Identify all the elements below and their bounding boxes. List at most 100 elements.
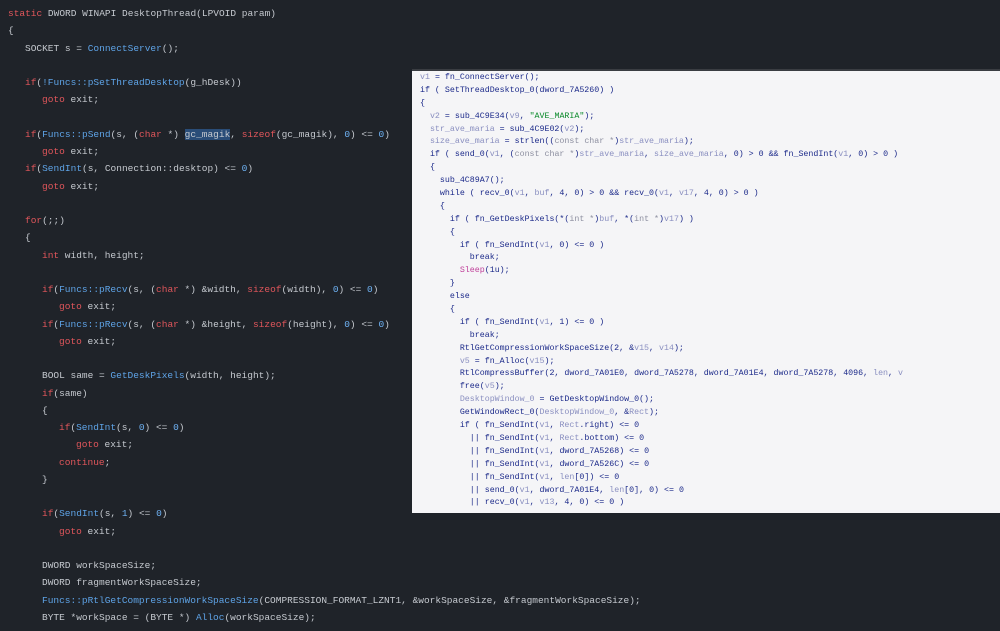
code-token: [0], 0) <= 0 [624,485,684,495]
code-token: (height), [287,318,345,330]
code-token: v1 [519,485,530,495]
code-token: SOCKET s = [25,42,88,54]
decompiled-code: v1 = fn_ConnectServer();if ( SetThreadDe… [420,72,903,510]
code-token: exit; [81,301,117,313]
code-token: { [42,404,48,416]
code-token: goto [76,439,99,451]
code-token: ); [649,408,660,418]
code-token: if [42,318,54,330]
code-line: GetWindowRect_0(DesktopWindow_0, &Rect); [420,407,903,420]
code-token: ; [104,456,111,468]
code-token: v5 [459,356,470,366]
code-token: , [549,472,560,482]
code-token: Rect [629,408,650,418]
code-token: exit; [64,180,100,192]
code-token: if ( SetThreadDesktop_0(dword_7A5260) ) [420,85,615,95]
code-token: if [25,128,37,140]
code-token: exit; [64,146,100,157]
highlighted-token: gc_magik [184,128,231,140]
code-token: *) &height, [178,318,253,330]
code-token: v1 [514,189,525,199]
code-token: , 4, 0) <= 0 ) [554,498,625,508]
code-token: goto [42,94,65,106]
code-token: ) [247,163,254,175]
code-token: width, height; [59,249,145,261]
code-token: DWORD fragmentWorkSpaceSize; [42,577,202,589]
code-token: Rect [559,421,580,431]
code-token: for [25,215,43,226]
code-token: , 4, 0) > 0 ) [693,189,759,199]
code-token: ); [494,382,505,392]
code-token: (same) [53,387,88,399]
code-token: (;;) [42,215,65,226]
code-token: exit; [98,439,134,451]
code-token: Funcs::pSend [42,128,111,140]
code-token: Funcs::pRecv [59,318,128,330]
code-token: , dword_7A5268) <= 0 [549,446,650,456]
code-token: v5 [484,382,495,392]
code-token: (g_hDesk)) [184,77,242,88]
code-token: ); [683,137,694,147]
code-line: { [420,304,903,317]
code-token: ) [384,128,390,140]
code-token: v9 [509,111,520,121]
code-token: v1 [539,317,550,327]
code-line: Sleep(1u); [420,265,903,278]
code-token: = strlen(( [499,137,555,147]
code-token: (s, ( [127,318,157,330]
code-token: sizeof [241,128,276,140]
code-token: goto [59,335,82,347]
code-token: , 1) <= 0 ) [549,317,605,327]
code-token: (gc_magik), [275,128,345,140]
code-token: v1 [539,459,550,469]
code-token: if ( send_0( [429,150,490,160]
code-token: RtlGetCompressionWorkSpaceSize(2, & [459,343,635,353]
code-line: if ( fn_SendInt(v1, 1) <= 0 ) [420,317,903,330]
code-token: goto [42,180,65,192]
code-token: DesktopWindow_0 [459,395,535,405]
code-line: RtlCompressBuffer(2, dword_7A01E0, dword… [420,368,903,381]
code-token: DWORD WINAPI [42,8,123,19]
code-token: ); [574,124,585,134]
code-token: (); [161,42,179,54]
code-token: , ( [499,150,515,160]
code-token: const char * [514,150,575,160]
code-token: int * [634,214,660,224]
code-line: || fn_SendInt(v1, dword_7A526C) <= 0 [420,459,903,472]
code-token: v17 [664,214,679,224]
code-token: DesktopThread [122,8,197,19]
code-token: || fn_SendInt( [469,459,540,469]
code-token: BOOL same = [42,370,111,382]
code-line: { [420,98,903,111]
code-token: , dword_7A526C) <= 0 [549,459,650,469]
code-token: v1 [519,498,530,508]
code-token: len [559,472,575,482]
code-token: GetWindowRect_0( [459,408,540,418]
code-token: (s, [99,508,122,520]
code-line: { [420,162,903,175]
code-token: goto [59,301,82,313]
code-line: DesktopWindow_0 = GetDesktopWindow_0(); [420,394,903,407]
code-line: while ( recv_0(v1, buf, 4, 0) > 0 && rec… [420,188,903,201]
code-token: , [524,189,535,199]
code-token: buf [534,189,550,199]
code-token: , [529,498,540,508]
code-line: || fn_SendInt(v1, Rect.bottom) <= 0 [420,433,903,446]
code-token: || fn_SendInt( [469,446,540,456]
code-line: free(v5); [420,381,903,394]
code-token: ); [673,343,684,353]
code-token: , 0) > 0 ) [848,150,899,160]
code-token: break; [469,330,500,340]
code-token: v1 [539,472,550,482]
code-token: while ( recv_0( [439,189,515,199]
code-token: = fn_ConnectServer(); [429,73,540,82]
code-token: !Funcs::pSetThreadDesktop [42,77,185,88]
code-token: if [42,284,54,295]
code-token: str_ave_maria [619,137,684,147]
code-line: v5 = fn_Alloc(v15); [420,356,903,369]
code-token: str_ave_maria [429,124,495,134]
code-line: { [8,22,641,39]
code-token: , *( [614,214,635,224]
code-token: ) <= [127,508,157,520]
